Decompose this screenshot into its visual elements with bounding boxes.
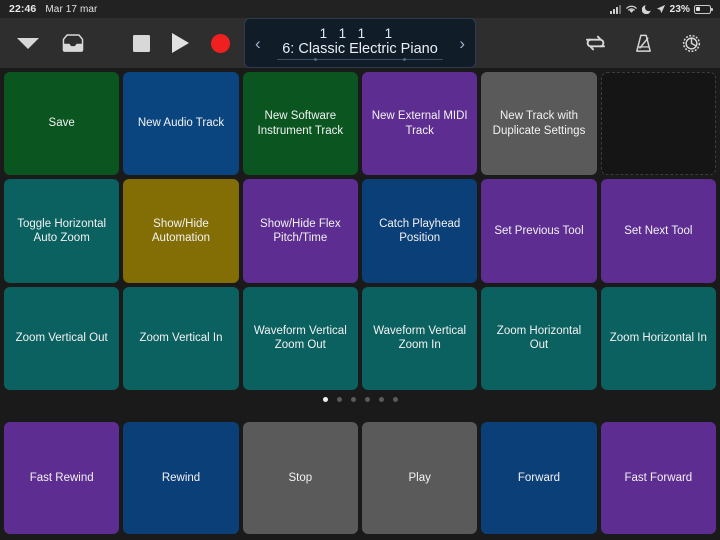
pad-label: Toggle Horizontal Auto Zoom (17, 217, 107, 244)
transport-pad-forward[interactable]: Forward (481, 422, 597, 534)
lcd-divider (277, 57, 443, 61)
pad-label: Fast Rewind (29, 471, 94, 484)
location-arrow-icon (656, 4, 665, 14)
page-dot-3[interactable] (350, 396, 356, 402)
pad-new-external-midi-track[interactable]: New External MIDI Track (362, 72, 478, 176)
pad-label: Zoom Horizontal Out (496, 324, 582, 352)
pad-label: Catch Playhead Position (379, 217, 461, 244)
transport-pad-fast-forward[interactable]: Fast Forward (600, 422, 716, 534)
lcd-display: ‹ 1 1 1 1 6: Classic Electric Piano › (244, 18, 476, 68)
page-dot-1[interactable] (322, 396, 328, 402)
lcd-prev-button[interactable]: ‹ (253, 35, 263, 52)
do-not-disturb-icon (641, 5, 651, 14)
pad-waveform-vertical-zoom-out[interactable]: Waveform Vertical Zoom Out (242, 286, 358, 390)
pad-label: Set Previous Tool (494, 224, 584, 237)
pad-label: Save (48, 117, 75, 130)
status-date: Mar 17 mar (45, 3, 98, 15)
pad-label: Forward (517, 471, 561, 484)
lcd-divisions-value: 1 (357, 26, 366, 42)
pad-show-hide-automation[interactable]: Show/Hide Automation (123, 179, 239, 283)
lcd-next-button[interactable]: › (457, 35, 467, 52)
pad-save[interactable]: Save (4, 72, 120, 176)
pad-label: Play (408, 471, 431, 484)
pad-zoom-horizontal-out[interactable]: Zoom Horizontal Out (481, 286, 597, 390)
status-time: 22:46 (9, 3, 37, 15)
play-icon[interactable] (172, 33, 189, 53)
lcd-track-name[interactable]: 6: Classic Electric Piano (282, 41, 438, 58)
gear-icon[interactable] (680, 32, 703, 55)
transport-pad-play[interactable]: Play (362, 422, 478, 534)
pad-catch-playhead-position[interactable]: Catch Playhead Position (362, 179, 478, 283)
transport-pad-row: Fast Rewind Rewind Stop Play Forward Fast For… (0, 422, 720, 540)
pad-toggle-horizontal-auto-zoom[interactable]: Toggle Horizontal Auto Zoom (4, 179, 120, 283)
toolbar: ‹ 1 1 1 1 6: Classic Electric Piano › (0, 18, 720, 68)
pad-new-software-instrument-track[interactable]: New Software Instrument Track (242, 72, 358, 176)
tray-icon[interactable] (61, 33, 85, 53)
pad-grid-area: Save New Audio Track New Software Instrume… (0, 68, 720, 422)
cycle-icon[interactable] (584, 33, 607, 53)
pad-label: New Track with Duplicate Settings (492, 110, 586, 137)
pad-label: Fast Forward (624, 471, 693, 484)
pad-show-hide-flex-pitch-time[interactable]: Show/Hide Flex Pitch/Time (242, 179, 358, 283)
pad-label: Waveform Vertical Zoom In (373, 324, 467, 352)
pad-label: Rewind (161, 471, 201, 484)
pad-zoom-vertical-out[interactable]: Zoom Vertical Out (4, 286, 120, 390)
page-dot-6[interactable] (392, 396, 398, 402)
pad-empty-slot (600, 72, 716, 176)
lcd-beats-value: 1 (338, 26, 347, 42)
pad-zoom-vertical-in[interactable]: Zoom Vertical In (123, 286, 239, 390)
page-indicator (4, 390, 716, 408)
status-bar-right: 23% (609, 3, 713, 15)
cellular-signal-icon (609, 4, 621, 14)
pad-zoom-horizontal-in[interactable]: Zoom Horizontal In (600, 286, 716, 390)
lcd-bars-value: 1 (319, 26, 328, 42)
pad-label: Waveform Vertical Zoom Out (253, 324, 347, 352)
chevron-down-icon[interactable] (17, 37, 39, 49)
pad-label: Zoom Vertical In (139, 332, 223, 345)
app-screen: 22:46 Mar 17 mar 23% ‹ 1 1 1 1 6: Classi… (0, 0, 720, 540)
pad-label: Zoom Horizontal In (609, 332, 707, 345)
transport-pad-fast-rewind[interactable]: Fast Rewind (4, 422, 120, 534)
transport-pad-rewind[interactable]: Rewind (123, 422, 239, 534)
toolbar-transport-group (133, 33, 230, 53)
status-bar: 22:46 Mar 17 mar 23% (0, 0, 720, 18)
pad-grid: Save New Audio Track New Software Instrume… (4, 72, 716, 390)
lcd-center: 1 1 1 1 6: Classic Electric Piano (263, 26, 458, 61)
pad-new-audio-track[interactable]: New Audio Track (123, 72, 239, 176)
pad-label: Stop (288, 471, 313, 484)
page-dot-4[interactable] (364, 396, 370, 402)
transport-pad-stop[interactable]: Stop (242, 422, 358, 534)
battery-icon (694, 4, 713, 14)
toolbar-left-group (0, 33, 85, 53)
pad-label: Show/Hide Automation (151, 217, 211, 244)
pad-waveform-vertical-zoom-in[interactable]: Waveform Vertical Zoom In (362, 286, 478, 390)
pad-label: Show/Hide Flex Pitch/Time (260, 217, 341, 244)
stop-icon[interactable] (133, 34, 150, 52)
lcd-ticks-value: 1 (384, 26, 393, 42)
pad-label: Set Next Tool (624, 224, 693, 237)
metronome-icon[interactable] (633, 33, 654, 54)
pad-set-previous-tool[interactable]: Set Previous Tool (481, 179, 597, 283)
wifi-icon (625, 5, 637, 13)
status-bar-left: 22:46 Mar 17 mar (9, 3, 97, 15)
battery-percent: 23% (669, 3, 690, 15)
pad-label: New Audio Track (137, 117, 225, 130)
page-dot-5[interactable] (378, 396, 384, 402)
toolbar-right-group (584, 18, 720, 68)
lcd-position[interactable]: 1 1 1 1 (314, 26, 406, 41)
pad-new-track-with-duplicate-settings[interactable]: New Track with Duplicate Settings (481, 72, 597, 176)
pad-label: New Software Instrument Track (257, 110, 344, 137)
record-icon[interactable] (211, 33, 230, 53)
pad-label: Zoom Vertical Out (15, 332, 108, 345)
page-dot-2[interactable] (336, 396, 342, 402)
pad-label: New External MIDI Track (371, 110, 468, 137)
pad-set-next-tool[interactable]: Set Next Tool (600, 179, 716, 283)
